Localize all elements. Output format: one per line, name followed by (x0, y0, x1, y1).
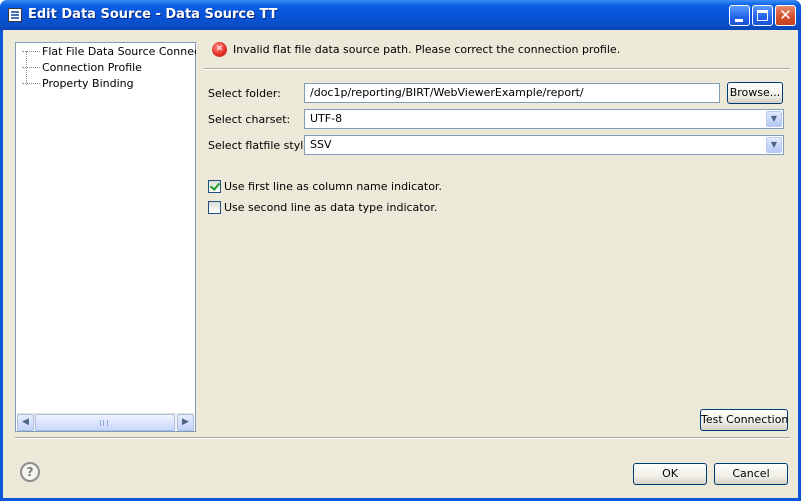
tree-item-flat-file-connection[interactable]: Flat File Data Source Connection (22, 45, 196, 59)
cancel-button[interactable]: Cancel (714, 463, 788, 485)
maximize-button[interactable] (752, 5, 773, 26)
error-message: Invalid flat file data source path. Plea… (233, 43, 621, 56)
chevron-down-icon[interactable]: ▼ (766, 111, 782, 127)
tree-connector (22, 45, 40, 52)
second-line-checkbox-label: Use second line as data type indicator. (224, 201, 438, 214)
header-separator (204, 68, 790, 70)
close-icon: ✕ (779, 6, 792, 24)
tree-item-label: Property Binding (42, 77, 134, 90)
title-bar[interactable]: Edit Data Source - Data Source TT ✕ (0, 0, 801, 30)
page-tree: Flat File Data Source Connection Connect… (15, 42, 196, 432)
tree-item-connection-profile[interactable]: Connection Profile (22, 61, 142, 75)
close-button[interactable]: ✕ (775, 5, 796, 26)
tree-item-property-binding[interactable]: Property Binding (22, 77, 134, 91)
second-line-checkbox[interactable] (208, 200, 221, 214)
charset-value: UTF-8 (310, 112, 343, 125)
flatfile-style-select[interactable]: SSV ▼ (304, 135, 784, 155)
folder-input[interactable]: /doc1p/reporting/BIRT/WebViewerExample/r… (304, 83, 720, 103)
chevron-down-icon[interactable]: ▼ (766, 137, 782, 153)
tree-horizontal-scrollbar[interactable]: ◀ ▶ (17, 413, 194, 431)
tree-connector (22, 77, 40, 84)
charset-label: Select charset: (208, 113, 291, 126)
maximize-icon (757, 10, 768, 21)
folder-label: Select folder: (208, 87, 281, 100)
ok-button[interactable]: OK (633, 463, 707, 485)
scroll-left-button[interactable]: ◀ (17, 414, 34, 431)
chevron-right-icon: ▶ (182, 417, 189, 427)
second-line-checkbox-row[interactable]: Use second line as data type indicator. (208, 200, 438, 215)
first-line-checkbox-row[interactable]: Use first line as column name indicator. (208, 179, 442, 194)
scroll-right-button[interactable]: ▶ (177, 414, 194, 431)
window-title: Edit Data Source - Data Source TT (28, 7, 278, 22)
dialog-window: Edit Data Source - Data Source TT ✕ Flat… (0, 0, 801, 501)
browse-button[interactable]: Browse... (727, 82, 783, 104)
dialog-client-area: Flat File Data Source Connection Connect… (3, 30, 798, 498)
data-source-icon (8, 8, 22, 22)
minimize-button[interactable] (729, 5, 750, 26)
error-icon: ✕ (212, 42, 227, 57)
scroll-thumb[interactable] (35, 414, 175, 431)
grip-icon (100, 420, 108, 426)
help-icon[interactable]: ? (20, 462, 40, 482)
tree-item-label: Flat File Data Source Connection (42, 45, 196, 58)
tree-connector (22, 61, 40, 68)
flatfile-style-label: Select flatfile style: (208, 139, 314, 152)
flatfile-style-value: SSV (310, 138, 332, 151)
first-line-checkbox[interactable] (208, 179, 221, 193)
first-line-checkbox-label: Use first line as column name indicator. (224, 180, 442, 193)
minimize-icon (735, 19, 743, 22)
test-connection-button[interactable]: Test Connection (700, 409, 788, 431)
tree-item-label: Connection Profile (42, 61, 142, 74)
chevron-left-icon: ◀ (22, 417, 29, 427)
footer-separator (15, 437, 790, 439)
charset-select[interactable]: UTF-8 ▼ (304, 109, 784, 129)
